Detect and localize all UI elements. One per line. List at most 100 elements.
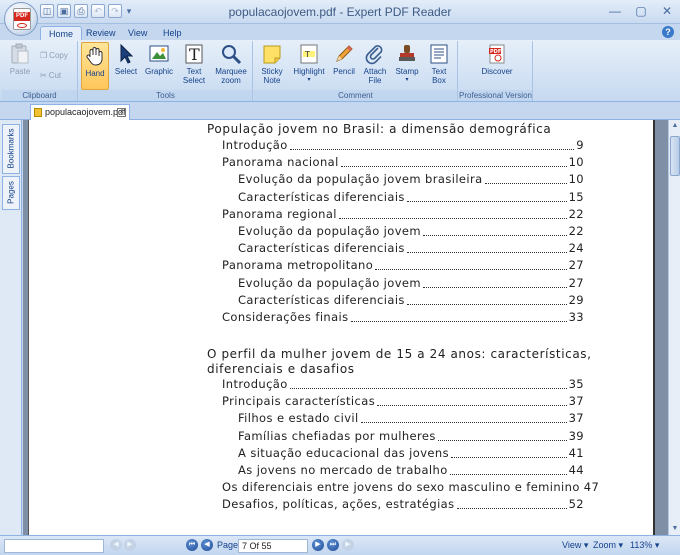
close-tab-icon[interactable]: × <box>117 108 126 117</box>
previous-page-icon[interactable]: ◀ <box>201 539 213 551</box>
stamp-icon <box>396 43 418 65</box>
text-box-label-1: Text <box>431 67 447 76</box>
document-tab-icon <box>34 108 42 117</box>
maximize-icon[interactable]: ▢ <box>632 3 650 19</box>
toc-entry-page: 33 <box>568 310 584 324</box>
sticky-label-2: Note <box>263 76 281 85</box>
toc-entry-page: 47 <box>583 480 600 495</box>
scroll-up-icon[interactable]: ▲ <box>669 120 680 132</box>
document-tab-label: populacaojovem.pdf <box>45 107 126 117</box>
hand-label: Hand <box>85 69 105 78</box>
paste-button[interactable]: Paste <box>6 43 34 76</box>
toc-entry: Evolução da população jovem 27 <box>238 275 584 292</box>
stamp-button[interactable]: Stamp ▾ <box>392 43 422 85</box>
highlight-button[interactable]: T Highlight ▾ <box>290 43 328 85</box>
select-tool-button[interactable]: Select <box>113 43 139 76</box>
zoom-menu[interactable]: Zoom ▾ <box>593 540 623 551</box>
vertical-scrollbar[interactable]: ▲ ▼ <box>668 120 680 535</box>
pencil-label: Pencil <box>333 67 355 76</box>
toc-entry: Evolução da população jovem 22 <box>238 223 584 240</box>
toc-entry-page: 27 <box>568 275 584 290</box>
view-menu[interactable]: View ▾ <box>562 540 588 551</box>
ribbon-tabs: Home Review View Help ? <box>0 24 680 41</box>
first-page-icon[interactable]: ⏮ <box>186 539 198 551</box>
text-box-label-2: Box <box>432 76 446 85</box>
sticky-note-button[interactable]: Sticky Note <box>256 43 288 85</box>
copy-button[interactable]: ❐ Copy <box>40 51 68 60</box>
section2-title-line2: diferenciais e dasafios <box>207 362 355 376</box>
marquee-zoom-tool-button[interactable]: Marquee zoom <box>213 43 249 85</box>
tab-pages[interactable]: Pages <box>2 176 20 210</box>
tab-review[interactable]: Review <box>78 26 124 41</box>
toc-entry-title: Características diferenciais <box>238 292 405 307</box>
tools-group-label: Tools <box>79 90 252 101</box>
toc-entry-title: A situação educacional das jovens <box>238 445 449 460</box>
toc-entry-title: Características diferenciais <box>238 241 405 256</box>
highlight-label: Highlight <box>293 67 325 76</box>
toc-entry-title: Evolução da população jovem <box>238 224 421 238</box>
next-page-icon[interactable]: ▶ <box>312 539 324 551</box>
cut-button[interactable]: ✂ Cut <box>40 71 61 80</box>
zoom-value[interactable]: 113% ▾ <box>630 540 659 551</box>
text-box-button[interactable]: Text Box <box>424 43 454 85</box>
toc-entry: Introdução 35 <box>222 376 584 393</box>
toc-entry: Panorama regional 22 <box>222 206 584 223</box>
text-select-tool-button[interactable]: T Text Select <box>179 43 209 85</box>
discover-pdf-icon: PDF <box>486 43 508 65</box>
toc-entry-page: 44 <box>568 463 584 477</box>
discover-button[interactable]: PDF Discover <box>479 43 515 76</box>
toc-entry: Introdução 9 <box>222 137 584 154</box>
tab-view[interactable]: View <box>120 26 155 41</box>
document-tab[interactable]: populacaojovem.pdf × <box>30 104 130 120</box>
toc-entry-title: Panorama regional <box>222 206 337 221</box>
page-number-input[interactable]: 7 Of 55 <box>238 539 308 553</box>
hand-tool-button[interactable]: Hand <box>81 42 109 90</box>
toc-entry: Panorama metropolitano 27 <box>222 257 584 274</box>
toc-entry-page: 37 <box>568 394 584 409</box>
tab-home[interactable]: Home <box>40 26 83 41</box>
toc-entry: Famílias chefiadas por mulheres 39 <box>238 428 584 445</box>
scroll-down-icon[interactable]: ▼ <box>669 523 680 535</box>
app-icon-label: PDF <box>14 12 30 21</box>
last-page-icon[interactable]: ⏭ <box>327 539 339 551</box>
next-view-icon[interactable]: ▶ <box>124 539 136 551</box>
attach-file-button[interactable]: Attach File <box>360 43 390 85</box>
toc-entry: Filhos e estado civil 37 <box>238 410 584 427</box>
app-menu-button[interactable]: PDF <box>4 2 38 36</box>
toc-leader-dots <box>406 240 567 254</box>
paste-icon <box>9 43 31 65</box>
prev-view-icon[interactable]: ◀ <box>110 539 122 551</box>
graphic-tool-button[interactable]: Graphic <box>143 43 175 76</box>
status-input[interactable] <box>4 539 104 553</box>
zoom-label: Zoom <box>593 540 617 550</box>
toc-entry-title: As jovens no mercado de trabalho <box>238 463 448 477</box>
document-tab-strip: populacaojovem.pdf × <box>0 102 680 120</box>
professional-group-label: Professional Version <box>459 90 532 101</box>
sticky-note-icon <box>261 43 283 65</box>
tab-help[interactable]: Help <box>155 26 190 41</box>
minimize-icon[interactable]: — <box>606 3 624 19</box>
scroll-thumb[interactable] <box>670 136 680 176</box>
pencil-button[interactable]: Pencil <box>330 43 358 76</box>
pages-label: Pages <box>6 181 16 204</box>
toc-entry: Panorama nacional 10 <box>222 154 584 171</box>
text-select-label-2: Select <box>182 76 206 85</box>
marquee-zoom-label-1: Marquee <box>215 67 247 76</box>
cut-icon: ✂ <box>40 71 47 80</box>
forward-icon[interactable]: ▶ <box>342 539 354 551</box>
marquee-zoom-label-2: zoom <box>221 76 241 85</box>
document-viewer[interactable]: População jovem no Brasil: a dimensão de… <box>23 120 668 535</box>
pdf-app-icon: PDF <box>13 8 31 30</box>
toc-entry-page: 39 <box>568 428 584 443</box>
toc-entry: Evolução da população jovem brasileira 10 <box>238 171 584 188</box>
copy-label: Copy <box>49 51 68 60</box>
toc-leader-dots <box>423 275 567 288</box>
text-select-label-1: Text <box>186 67 202 76</box>
toc-leader-dots <box>449 462 567 475</box>
toc-entry-page: 37 <box>568 411 584 426</box>
close-icon[interactable]: ✕ <box>658 3 676 19</box>
window-controls: — ▢ ✕ <box>606 3 676 19</box>
toc-entry-page: 9 <box>576 138 584 152</box>
help-icon[interactable]: ? <box>662 26 674 38</box>
select-label: Select <box>114 67 138 76</box>
